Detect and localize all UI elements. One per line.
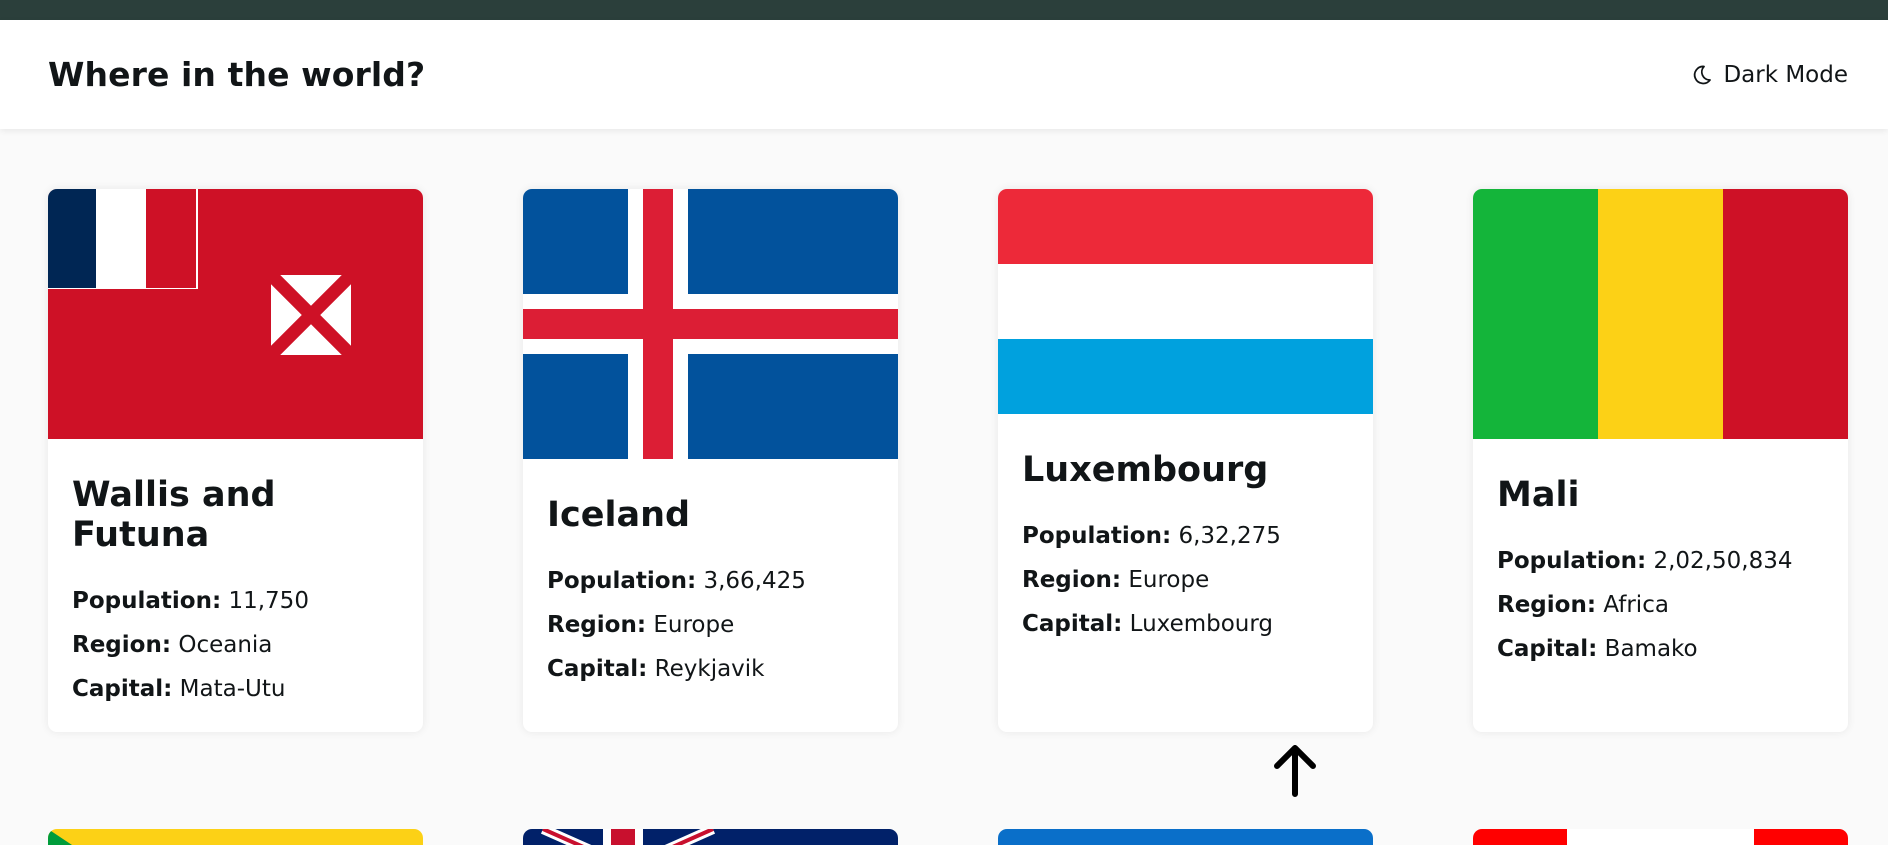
capital-row: Capital: Bamako <box>1497 636 1698 662</box>
card-body: Wallis and Futuna Population: 11,750 Reg… <box>48 439 423 711</box>
country-name: Mali <box>1497 475 1580 515</box>
iceland-flag <box>523 189 898 459</box>
brazil-flag <box>48 829 423 845</box>
region-row: Region: Europe <box>1022 567 1210 593</box>
country-card-partial[interactable] <box>523 829 898 845</box>
card-body: Mali Population: 2,02,50,834 Region: Afr… <box>1473 439 1848 671</box>
countries-grid: Wallis and Futuna Population: 11,750 Reg… <box>0 0 1888 845</box>
card-body: Iceland Population: 3,66,425 Region: Eur… <box>523 459 898 691</box>
region-row: Region: Europe <box>547 612 735 638</box>
country-card-partial[interactable] <box>48 829 423 845</box>
population-row: Population: 2,02,50,834 <box>1497 548 1793 574</box>
mali-flag <box>1473 189 1848 439</box>
region-row: Region: Oceania <box>72 632 273 658</box>
luxembourg-flag <box>998 189 1373 414</box>
country-name: Wallis and Futuna <box>72 475 276 555</box>
capital-row: Capital: Luxembourg <box>1022 611 1274 637</box>
country-card-partial[interactable] <box>1473 829 1848 845</box>
country-card-iceland[interactable]: Iceland Population: 3,66,425 Region: Eur… <box>523 189 898 732</box>
population-row: Population: 6,32,275 <box>1022 523 1281 549</box>
arrow-up-icon <box>1274 745 1316 797</box>
capital-row: Capital: Reykjavik <box>547 656 765 682</box>
region-row: Region: Africa <box>1497 592 1669 618</box>
capital-row: Capital: Mata-Utu <box>72 676 286 702</box>
population-row: Population: 3,66,425 <box>547 568 806 594</box>
country-card-wallis-and-futuna[interactable]: Wallis and Futuna Population: 11,750 Reg… <box>48 189 423 732</box>
country-card-partial[interactable] <box>998 829 1373 845</box>
union-jack-flag <box>523 829 898 845</box>
card-body: Luxembourg Population: 6,32,275 Region: … <box>998 414 1373 646</box>
scroll-to-top-button[interactable] <box>1270 742 1320 798</box>
blue-flag <box>998 829 1373 845</box>
country-name: Luxembourg <box>1022 450 1269 490</box>
canada-flag <box>1473 829 1848 845</box>
wallis-and-futuna-flag <box>48 189 423 439</box>
population-row: Population: 11,750 <box>72 588 309 614</box>
country-name: Iceland <box>547 495 691 535</box>
country-card-luxembourg[interactable]: Luxembourg Population: 6,32,275 Region: … <box>998 189 1373 732</box>
country-card-mali[interactable]: Mali Population: 2,02,50,834 Region: Afr… <box>1473 189 1848 732</box>
